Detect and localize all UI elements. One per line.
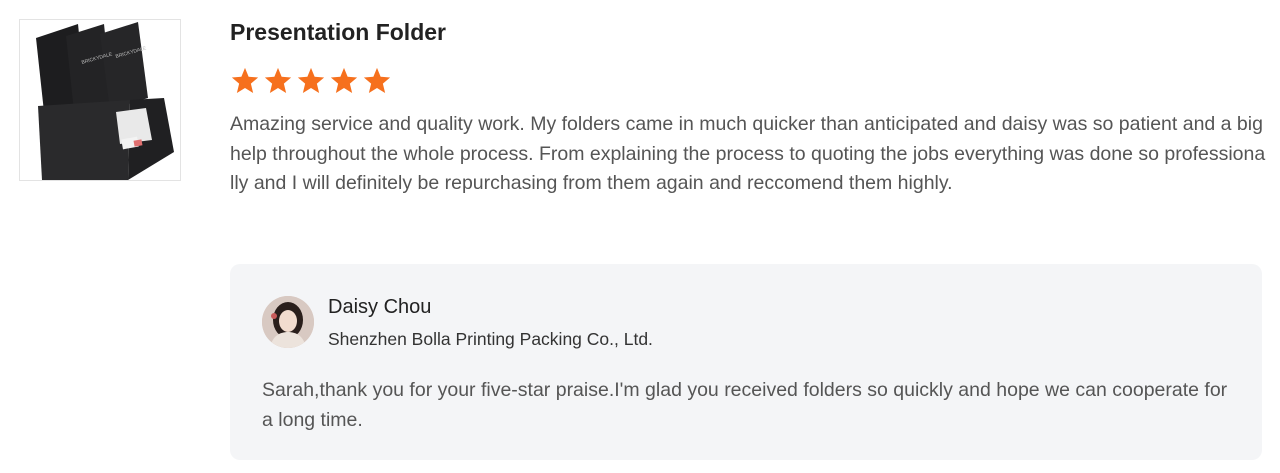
review-content: Presentation Folder Amazing service and … <box>230 16 1270 199</box>
star-icon <box>297 67 325 93</box>
star-icon <box>264 67 292 93</box>
reply-author-name: Daisy Chou <box>328 296 432 318</box>
review-text: Amazing service and quality work. My fol… <box>230 113 1266 194</box>
avatar-portrait-icon <box>262 296 314 348</box>
review-title: Presentation Folder <box>230 19 446 45</box>
product-thumbnail[interactable]: BRICKYDALE BRICKYDALE <box>19 19 181 181</box>
star-icon <box>363 67 391 93</box>
folder-product-image: BRICKYDALE BRICKYDALE <box>20 20 180 180</box>
star-rating <box>230 66 1270 98</box>
reply-text: Sarah,thank you for your five-star prais… <box>262 379 1228 431</box>
star-icon <box>330 67 358 93</box>
seller-reply: Daisy Chou Shenzhen Bolla Printing Packi… <box>230 264 1262 460</box>
star-icon <box>231 67 259 93</box>
reply-company-name: Shenzhen Bolla Printing Packing Co., Ltd… <box>328 329 653 349</box>
avatar <box>262 296 314 348</box>
